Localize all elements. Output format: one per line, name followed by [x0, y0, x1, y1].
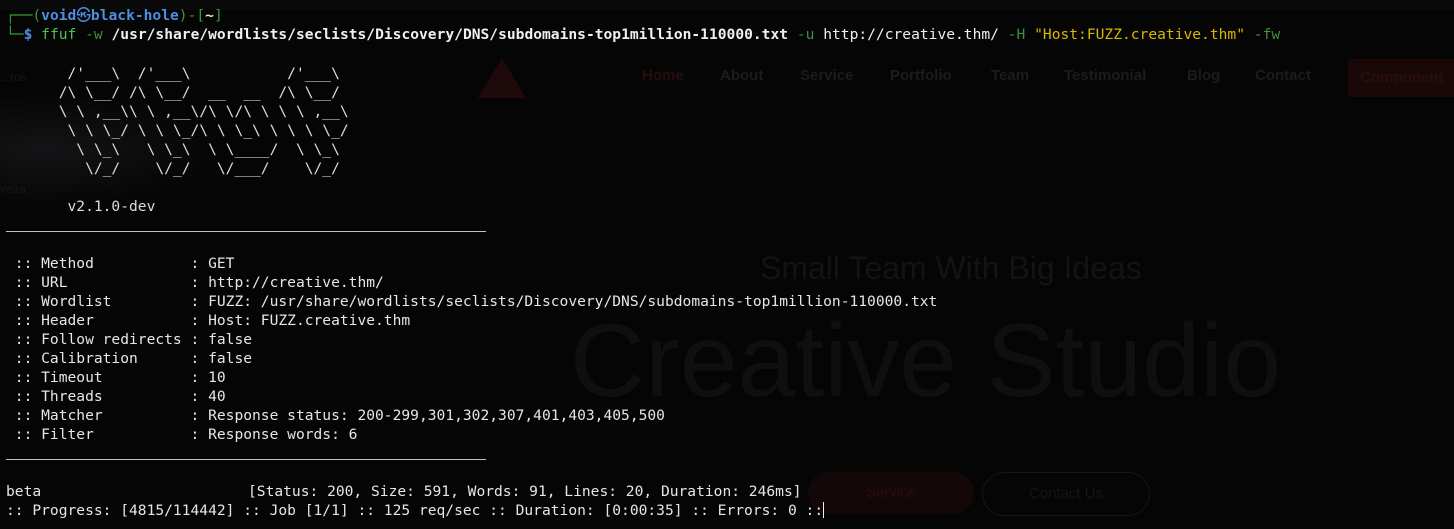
prompt-host: black-hole [90, 7, 179, 24]
command-flag: -fw [1253, 26, 1281, 43]
setting-row: :: Wordlist : FUZZ: /usr/share/wordlists… [6, 292, 938, 311]
banner-line: \ \ ,__\\ \ ,__\/\ \/\ \ \ \ ,__\ [6, 103, 349, 120]
prompt-separator: )-[ [178, 7, 206, 24]
terminal[interactable]: ┌──(void㉿black-hole)-[~] └─$ ffuf -w /us… [0, 0, 1454, 529]
setting-value: : 40 [190, 388, 226, 405]
setting-value: : GET [190, 255, 235, 272]
command-line: └─$ ffuf -w /usr/share/wordlists/seclist… [6, 25, 1280, 44]
setting-key: :: Follow redirects [6, 331, 191, 348]
setting-key: :: Method [6, 255, 191, 272]
prompt-header: ┌──(void㉿black-hole)-[~] [6, 6, 223, 25]
setting-key: :: URL [6, 274, 191, 291]
setting-row: :: Calibration : false [6, 349, 252, 368]
setting-key: :: Matcher [6, 407, 191, 424]
prompt-frame: └─ [6, 26, 24, 43]
command-wordlist: /usr/share/wordlists/seclists/Discovery/… [111, 26, 789, 43]
setting-row: :: Timeout : 10 [6, 368, 226, 387]
banner-line: \ \ \_/ \ \ \_/\ \ \_\ \ \ \ \_/ [6, 122, 349, 139]
setting-row: :: Filter : Response words: 6 [6, 425, 358, 444]
result-subdomain: beta [6, 483, 42, 500]
setting-value: : http://creative.thm/ [190, 274, 384, 291]
prompt-bracket: ] [213, 7, 223, 24]
setting-value: : Response status: 200-299,301,302,307,4… [190, 407, 665, 424]
setting-value: : false [190, 331, 253, 348]
banner-line: /\ \__/ /\ \__/ __ __ /\ \__/ [6, 84, 340, 101]
setting-key: :: Timeout [6, 369, 191, 386]
command-binary: ffuf [41, 26, 77, 43]
setting-value: : false [190, 350, 253, 367]
command-flag: -u [796, 26, 815, 43]
cursor-icon [823, 502, 825, 518]
setting-row: :: Matcher : Response status: 200-299,30… [6, 406, 665, 425]
setting-key: :: Filter [6, 426, 191, 443]
setting-key: :: Threads [6, 388, 191, 405]
banner-line: \/_/ \/_/ \/___/ \/_/ [6, 160, 340, 177]
setting-row: :: Follow redirects : false [6, 330, 252, 349]
result-row: beta [Status: 200, Size: 591, Words: 91, … [6, 482, 802, 501]
setting-row: :: URL : http://creative.thm/ [6, 273, 384, 292]
setting-row: :: Header : Host: FUZZ.creative.thm [6, 311, 410, 330]
version-text: v2.1.0-dev [6, 198, 156, 215]
banner-line: /'___\ /'___\ /'___\ [6, 65, 340, 82]
setting-value: : FUZZ: /usr/share/wordlists/seclists/Di… [190, 293, 938, 310]
result-details: [Status: 200, Size: 591, Words: 91, Line… [248, 483, 802, 500]
setting-row: :: Method : GET [6, 254, 235, 273]
setting-value: : 10 [190, 369, 226, 386]
command-url: http://creative.thm/ [823, 26, 999, 43]
setting-key: :: Calibration [6, 350, 191, 367]
command-flag: -w [85, 26, 103, 43]
skull-icon: ㉿ [76, 7, 91, 24]
command-flag: -H [1007, 26, 1026, 43]
progress-text: :: Progress: [4815/114442] :: Job [1/1] … [6, 502, 824, 519]
prompt-cwd: ~ [205, 7, 214, 24]
banner-line: \ \_\ \ \_\ \ \____/ \ \_\ [6, 141, 340, 158]
progress-line: :: Progress: [4815/114442] :: Job [1/1] … [6, 501, 825, 520]
setting-key: :: Header [6, 312, 191, 329]
setting-row: :: Threads : 40 [6, 387, 226, 406]
divider [6, 459, 486, 460]
setting-value: : Host: FUZZ.creative.thm [190, 312, 411, 329]
prompt-frame: ┌──( [6, 7, 42, 24]
prompt-user: void [41, 7, 77, 24]
setting-value: : Response words: 6 [190, 426, 358, 443]
prompt-symbol: $ [23, 26, 33, 43]
setting-key: :: Wordlist [6, 293, 191, 310]
command-header: "Host:FUZZ.creative.thm" [1034, 26, 1245, 43]
divider [6, 231, 486, 232]
